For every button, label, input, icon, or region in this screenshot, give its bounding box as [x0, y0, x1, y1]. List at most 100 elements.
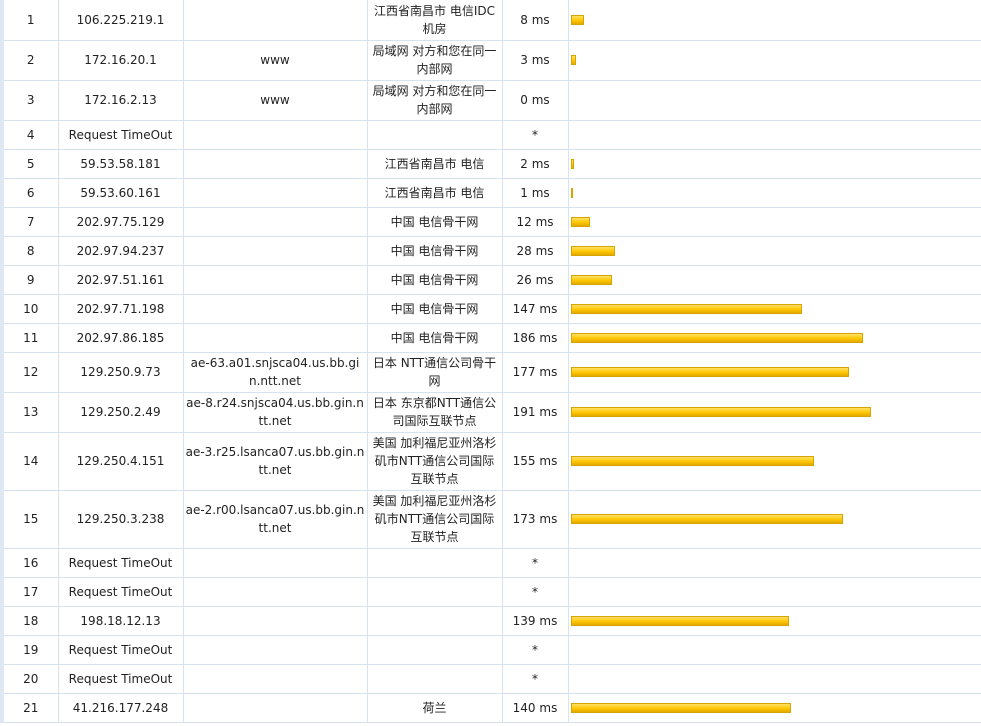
hop-hostname	[183, 207, 368, 237]
hop-hostname	[183, 265, 368, 295]
latency-bar-cell	[568, 80, 981, 121]
hop-latency: *	[502, 577, 569, 607]
latency-bar	[570, 514, 843, 524]
hop-row: 7 202.97.75.129 中国 电信骨干网 12 ms	[2, 207, 981, 237]
hop-number: 16	[2, 548, 59, 578]
hop-row: 15 129.250.3.238 ae-2.r00.lsanca07.us.bb.g…	[2, 490, 981, 549]
latency-bar	[570, 615, 789, 626]
hop-latency: 26 ms	[502, 265, 569, 295]
latency-bar-cell	[568, 635, 981, 665]
latency-bar-cell	[568, 178, 981, 208]
latency-bar-cell	[568, 548, 981, 578]
hop-hostname	[183, 0, 368, 41]
latency-bar-cell	[568, 265, 981, 295]
hop-row: 16 Request TimeOut *	[2, 548, 981, 578]
hop-ip: Request TimeOut	[58, 635, 184, 665]
hop-ip: 198.18.12.13	[58, 606, 184, 636]
hop-location: 局域网 对方和您在同一内部网	[367, 40, 503, 81]
latency-bar-cell	[568, 606, 981, 636]
hop-location: 局域网 对方和您在同一内部网	[367, 80, 503, 121]
latency-bar-cell	[568, 577, 981, 607]
hop-ip: Request TimeOut	[58, 664, 184, 694]
hop-location	[367, 577, 503, 607]
hop-hostname: ae-8.r24.snjsca04.us.bb.gin.ntt.net	[183, 392, 368, 433]
hop-location	[367, 664, 503, 694]
latency-bar-cell	[568, 120, 981, 150]
hop-row: 11 202.97.86.185 中国 电信骨干网 186 ms	[2, 323, 981, 353]
hop-number: 14	[2, 432, 59, 491]
hop-number: 1	[2, 0, 59, 41]
hop-hostname	[183, 236, 368, 266]
hop-number: 17	[2, 577, 59, 607]
hop-latency: 140 ms	[502, 693, 569, 723]
hop-location: 中国 电信骨干网	[367, 236, 503, 266]
hop-number: 3	[2, 80, 59, 121]
hop-hostname	[183, 294, 368, 324]
hop-number: 8	[2, 236, 59, 266]
hop-row: 14 129.250.4.151 ae-3.r25.lsanca07.us.bb.g…	[2, 432, 981, 491]
hop-location	[367, 606, 503, 636]
hop-location	[367, 635, 503, 665]
hop-ip: 129.250.3.238	[58, 490, 184, 549]
hop-hostname	[183, 577, 368, 607]
hop-ip: 41.216.177.248	[58, 693, 184, 723]
hop-row: 21 41.216.177.248 荷兰 140 ms	[2, 693, 981, 723]
latency-bar-cell	[568, 294, 981, 324]
hop-location: 日本 东京都NTT通信公司国际互联节点	[367, 392, 503, 433]
latency-bar	[570, 55, 576, 65]
hop-row: 13 129.250.2.49 ae-8.r24.snjsca04.us.bb.gi…	[2, 392, 981, 433]
hop-latency: 147 ms	[502, 294, 569, 324]
hop-number: 7	[2, 207, 59, 237]
hop-location: 日本 NTT通信公司骨干网	[367, 352, 503, 393]
latency-bar-cell	[568, 40, 981, 81]
hop-number: 9	[2, 265, 59, 295]
latency-bar	[570, 14, 584, 25]
hop-row: 1 106.225.219.1 江西省南昌市 电信IDC机房 8 ms	[2, 0, 981, 41]
hop-hostname: ae-2.r00.lsanca07.us.bb.gin.ntt.net	[183, 490, 368, 549]
latency-bar-cell	[568, 323, 981, 353]
hop-latency: *	[502, 548, 569, 578]
latency-bar-cell	[568, 0, 981, 41]
hop-row: 3 172.16.2.13 www 局域网 对方和您在同一内部网 0 ms	[2, 80, 981, 121]
hop-row: 9 202.97.51.161 中国 电信骨干网 26 ms	[2, 265, 981, 295]
hop-ip: 172.16.20.1	[58, 40, 184, 81]
hop-hostname	[183, 149, 368, 179]
hop-hostname: www	[183, 80, 368, 121]
hop-ip: 129.250.2.49	[58, 392, 184, 433]
latency-bar	[570, 187, 573, 198]
traceroute-table: 1 106.225.219.1 江西省南昌市 电信IDC机房 8 ms 2 172.16.…	[0, 0, 981, 723]
hop-latency: 0 ms	[502, 80, 569, 121]
hop-number: 18	[2, 606, 59, 636]
hop-ip: 129.250.9.73	[58, 352, 184, 393]
hop-latency: 173 ms	[502, 490, 569, 549]
hop-number: 5	[2, 149, 59, 179]
hop-ip: 129.250.4.151	[58, 432, 184, 491]
hop-ip: Request TimeOut	[58, 548, 184, 578]
hop-location: 江西省南昌市 电信	[367, 178, 503, 208]
hop-location: 江西省南昌市 电信IDC机房	[367, 0, 503, 41]
hop-number: 15	[2, 490, 59, 549]
hop-latency: 12 ms	[502, 207, 569, 237]
latency-bar	[570, 158, 574, 169]
hop-row: 6 59.53.60.161 江西省南昌市 电信 1 ms	[2, 178, 981, 208]
hop-location: 美国 加利福尼亚州洛杉矶市NTT通信公司国际互联节点	[367, 490, 503, 549]
hop-hostname	[183, 120, 368, 150]
hop-ip: 202.97.86.185	[58, 323, 184, 353]
hop-location: 中国 电信骨干网	[367, 294, 503, 324]
hop-row: 5 59.53.58.181 江西省南昌市 电信 2 ms	[2, 149, 981, 179]
hop-number: 10	[2, 294, 59, 324]
hop-number: 13	[2, 392, 59, 433]
latency-bar	[570, 245, 615, 256]
hop-latency: 186 ms	[502, 323, 569, 353]
hop-latency: 1 ms	[502, 178, 569, 208]
hop-latency: 2 ms	[502, 149, 569, 179]
hop-number: 12	[2, 352, 59, 393]
latency-bar	[570, 274, 612, 285]
hop-latency: 177 ms	[502, 352, 569, 393]
hop-ip: 202.97.94.237	[58, 236, 184, 266]
traceroute-table-body: 1 106.225.219.1 江西省南昌市 电信IDC机房 8 ms 2 172.16.…	[2, 0, 981, 723]
hop-latency: *	[502, 120, 569, 150]
hop-number: 20	[2, 664, 59, 694]
hop-latency: *	[502, 635, 569, 665]
latency-bar-cell	[568, 352, 981, 393]
